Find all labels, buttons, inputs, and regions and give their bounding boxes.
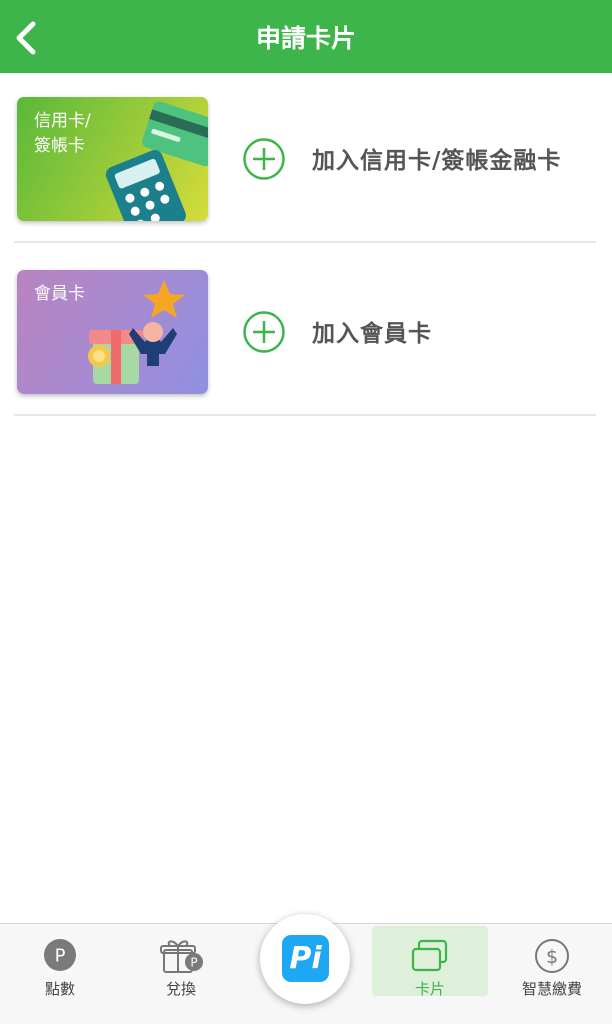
add-member-card-label: 加入會員卡 (312, 321, 432, 347)
tab-exchange-label: 兌換 (165, 980, 196, 998)
member-card-thumbnail: 會員卡 (17, 270, 208, 394)
dollar-circle-icon: $ (535, 939, 569, 973)
tab-cards-label: 卡片 (414, 980, 445, 998)
app-header: 申請卡片 (0, 0, 612, 73)
add-credit-card-label: 加入信用卡/簽帳金融卡 (312, 148, 562, 174)
gift-exchange-icon: P (160, 940, 203, 973)
svg-text:P: P (55, 946, 66, 967)
star-icon (143, 280, 185, 318)
pi-logo-icon: Pi (282, 935, 329, 982)
calculator-icon (105, 150, 186, 221)
add-credit-card-row[interactable]: 信用卡/ 簽帳卡 加入信用卡/簽帳金融卡 (14, 97, 596, 243)
pi-home-button[interactable]: Pi (260, 914, 350, 1004)
tab-cards[interactable]: 卡片 (372, 926, 488, 998)
credit-card-thumbnail: 信用卡/ 簽帳卡 (17, 97, 208, 221)
add-member-card-row[interactable]: 會員卡 加入會員卡 (14, 270, 596, 416)
credit-card-thumb-label: 信用卡/ 簽帳卡 (34, 111, 91, 156)
tab-points-label: 點數 (44, 980, 75, 998)
cards-icon (411, 939, 448, 972)
badge-icon (88, 345, 110, 367)
svg-text:P: P (190, 956, 197, 970)
svg-text:$: $ (546, 946, 558, 968)
page-title: 申請卡片 (255, 24, 356, 53)
tab-points[interactable]: P 點數 (2, 926, 118, 998)
tab-smart-payment-label: 智慧繳費 (521, 980, 582, 998)
points-p-icon: P (44, 939, 76, 971)
tab-exchange[interactable]: P 兌換 (123, 926, 239, 998)
plus-circle-icon (243, 311, 285, 353)
plus-circle-icon (243, 138, 285, 180)
member-card-thumb-label: 會員卡 (34, 284, 85, 304)
bottom-tab-bar: P 點數 P 兌換 Pi 卡片 $ 智慧繳費 (0, 914, 612, 1024)
tab-smart-payment[interactable]: $ 智慧繳費 (494, 926, 610, 998)
